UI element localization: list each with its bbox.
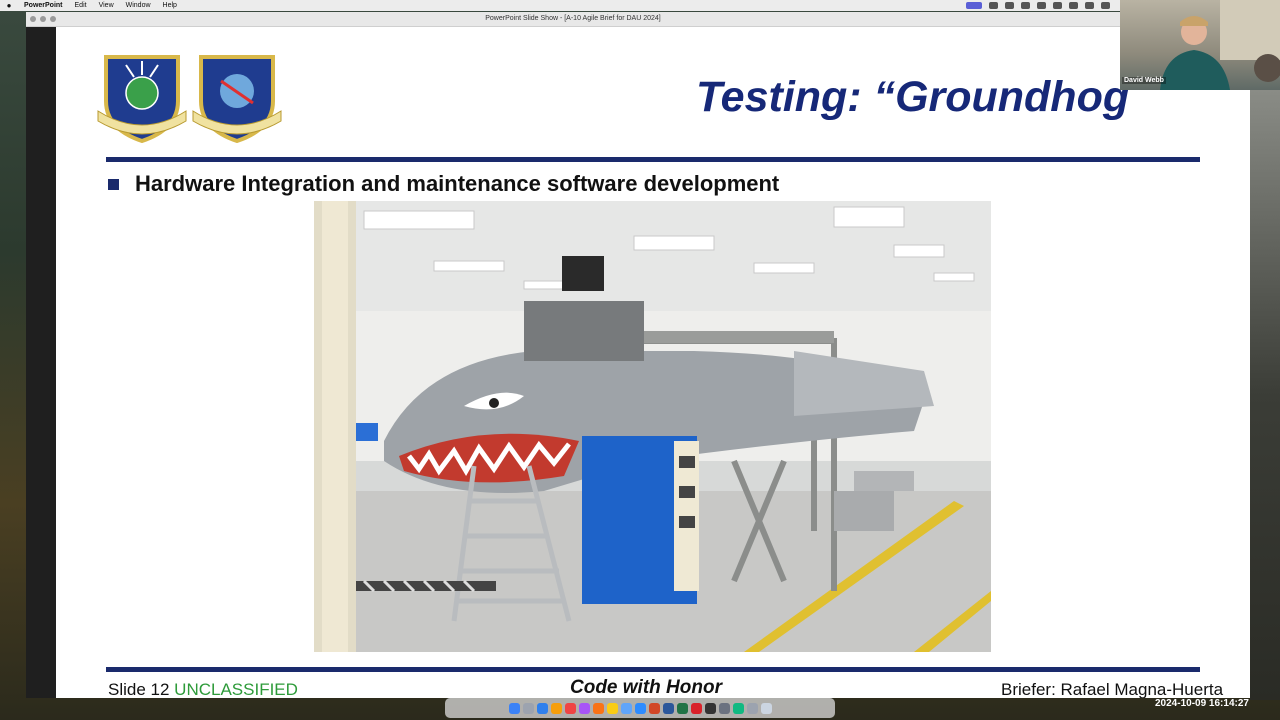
battery-icon[interactable] [1101, 2, 1110, 9]
dropbox-icon[interactable] [1005, 2, 1014, 9]
preview-icon[interactable] [746, 702, 758, 714]
mail-icon[interactable] [620, 702, 632, 714]
window-titlebar: PowerPoint Slide Show - [A-10 Agile Brie… [26, 12, 1120, 27]
bluetooth-icon[interactable] [1085, 2, 1094, 9]
podcasts-icon[interactable] [578, 702, 590, 714]
excel-icon[interactable] [676, 702, 688, 714]
settings-icon[interactable] [718, 702, 730, 714]
close-window-icon[interactable] [30, 16, 36, 22]
safari-icon[interactable] [536, 702, 548, 714]
participant-name: David Webb [1122, 77, 1166, 84]
menu-item-edit[interactable]: Edit [69, 0, 93, 11]
chrome-icon[interactable] [550, 702, 562, 714]
volume-icon[interactable] [1069, 2, 1078, 9]
zoom-icon[interactable] [634, 702, 646, 714]
activity-icon[interactable] [732, 702, 744, 714]
trash-icon[interactable] [760, 702, 772, 714]
classification-label: UNCLASSIFIED [174, 680, 298, 698]
menu-item-window[interactable]: Window [120, 0, 157, 11]
focus-icon[interactable] [1053, 2, 1062, 9]
slide-number: Slide 12 [108, 680, 170, 698]
footer-motto: Code with Honor [570, 677, 722, 698]
menu-item-view[interactable]: View [93, 0, 120, 11]
aircraft-test-rig-photo [314, 201, 991, 652]
menu-bar: ● PowerPoint Edit View Window Help [0, 0, 1280, 11]
window-controls [30, 16, 56, 22]
menu-item-help[interactable]: Help [157, 0, 183, 11]
finder-icon[interactable] [508, 702, 520, 714]
acrobat-icon[interactable] [690, 702, 702, 714]
footer-divider [106, 667, 1200, 672]
apple-menu-icon[interactable]: ● [0, 0, 18, 11]
calendar-icon[interactable] [592, 702, 604, 714]
slide: Testing: “Groundhog Hardware Integration… [56, 27, 1250, 698]
footer-slide-info: Slide 12 UNCLASSIFIED [108, 680, 298, 698]
bullet-text: Hardware Integration and maintenance sof… [135, 171, 780, 196]
title-divider [106, 157, 1200, 162]
display-icon[interactable] [1037, 2, 1046, 9]
zoom-status-icon[interactable] [989, 2, 998, 9]
desktop-background [1250, 90, 1280, 700]
bullet-square-icon [108, 178, 119, 190]
launchpad-icon[interactable] [522, 702, 534, 714]
zoom-window-icon[interactable] [50, 16, 56, 22]
timestamp-overlay: 2024-10-09 16:14:27 [1155, 698, 1249, 709]
af-sustainment-center-emblem [97, 55, 187, 143]
slideshow-window: PowerPoint Slide Show - [A-10 Agile Brie… [26, 12, 1250, 698]
minimize-window-icon[interactable] [40, 16, 46, 22]
participant-video[interactable]: David Webb [1120, 0, 1280, 90]
status-icons [966, 0, 1110, 11]
software-engineering-group-emblem [192, 55, 282, 143]
screen-share-icon[interactable] [966, 2, 982, 9]
window-title: PowerPoint Slide Show - [A-10 Agile Brie… [485, 15, 661, 22]
menu-app-name[interactable]: PowerPoint [18, 0, 69, 11]
sync-icon[interactable] [1021, 2, 1030, 9]
notes-icon[interactable] [606, 702, 618, 714]
music-icon[interactable] [564, 702, 576, 714]
word-icon[interactable] [662, 702, 674, 714]
bullet-item: Hardware Integration and maintenance sof… [108, 171, 779, 197]
terminal-icon[interactable] [704, 702, 716, 714]
dock [445, 698, 835, 718]
powerpoint-icon[interactable] [648, 702, 660, 714]
footer-briefer: Briefer: Rafael Magna-Huerta [1001, 680, 1224, 698]
